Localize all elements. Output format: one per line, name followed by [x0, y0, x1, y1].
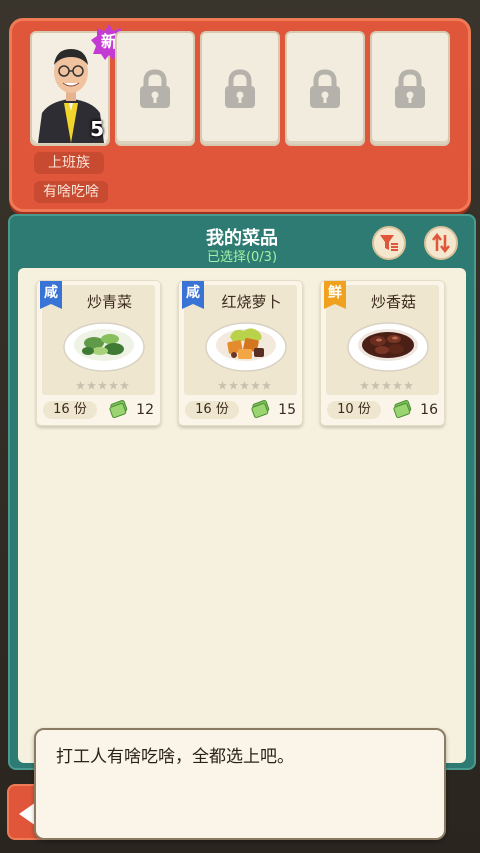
dish-card[interactable]: 鲜 炒香菇 10 份 16 — [320, 280, 445, 426]
dish-card-inner: 咸 炒青菜 — [40, 281, 155, 395]
stir-fried-greens-image — [63, 322, 145, 372]
star-icon — [98, 381, 107, 390]
customer-slot-locked[interactable] — [370, 31, 450, 146]
flavor-tag: 咸 — [182, 281, 204, 309]
portion-count: 16 份 — [185, 401, 239, 419]
dish-price: 12 — [136, 402, 154, 418]
lock-icon — [225, 68, 255, 108]
dialog-bubble: 打工人有啥吃啥，全都选上吧。 — [34, 728, 446, 840]
customer-count: 5 — [90, 117, 104, 141]
braised-radish-image — [205, 322, 287, 372]
money-icon — [251, 400, 270, 418]
star-icon — [229, 381, 238, 390]
lock-icon — [140, 68, 170, 108]
rating-stars — [218, 381, 271, 390]
star-icon — [382, 381, 391, 390]
star-icon — [251, 381, 260, 390]
star-icon — [109, 381, 118, 390]
customer-slots: 新 5 — [30, 24, 450, 146]
lock-icon — [395, 68, 425, 108]
sort-icon — [432, 233, 450, 253]
portion-count: 10 份 — [327, 401, 381, 419]
dish-panel: 我的菜品 已选择(0/3) 咸 炒青菜 16 份 12 咸 红烧萝卜 16 份 … — [8, 214, 476, 770]
dish-card-inner: 咸 红烧萝卜 — [182, 281, 297, 395]
dish-name: 红烧萝卜 — [221, 293, 282, 311]
money-icon — [109, 400, 128, 418]
star-icon — [393, 381, 402, 390]
dish-price: 15 — [278, 402, 296, 418]
star-icon — [262, 381, 271, 390]
dish-name: 炒香菇 — [370, 293, 416, 311]
dish-card-inner: 鲜 炒香菇 — [324, 281, 439, 395]
sort-button[interactable] — [424, 226, 458, 260]
star-icon — [76, 381, 85, 390]
star-icon — [87, 381, 96, 390]
dish-card[interactable]: 咸 炒青菜 16 份 12 — [36, 280, 161, 426]
dish-card[interactable]: 咸 红烧萝卜 16 份 15 — [178, 280, 303, 426]
star-icon — [371, 381, 380, 390]
dish-name: 炒青菜 — [86, 293, 132, 311]
flavor-tag: 咸 — [40, 281, 62, 309]
dialog-text: 打工人有啥吃啥，全都选上吧。 — [56, 747, 294, 767]
filter-button[interactable] — [372, 226, 406, 260]
customer-slot-locked[interactable] — [200, 31, 280, 146]
customer-slot-locked[interactable] — [115, 31, 195, 146]
page: 新 5 上班族 有啥吃啥 我的菜品 已选择(0/3) 咸 炒青菜 16 份 12… — [0, 0, 480, 853]
rating-stars — [76, 381, 129, 390]
rating-stars — [360, 381, 413, 390]
customer-wish-label: 有啥吃啥 — [34, 181, 108, 203]
dish-price: 16 — [420, 402, 438, 418]
stir-fried-mushroom-image — [347, 322, 429, 372]
star-icon — [218, 381, 227, 390]
customer-panel: 新 5 上班族 有啥吃啥 — [9, 18, 471, 212]
lock-icon — [310, 68, 340, 108]
flavor-tag: 鲜 — [324, 281, 346, 309]
customer-slot-1[interactable]: 新 5 — [30, 24, 127, 146]
customer-type-label: 上班族 — [34, 152, 104, 174]
filter-icon — [380, 235, 398, 251]
star-icon — [240, 381, 249, 390]
dish-list: 咸 炒青菜 16 份 12 咸 红烧萝卜 16 份 15 鲜 炒香菇 10 份 … — [18, 268, 466, 763]
star-icon — [404, 381, 413, 390]
money-icon — [393, 400, 412, 418]
star-icon — [360, 381, 369, 390]
customer-slot-locked[interactable] — [285, 31, 365, 146]
portion-count: 16 份 — [43, 401, 97, 419]
star-icon — [120, 381, 129, 390]
